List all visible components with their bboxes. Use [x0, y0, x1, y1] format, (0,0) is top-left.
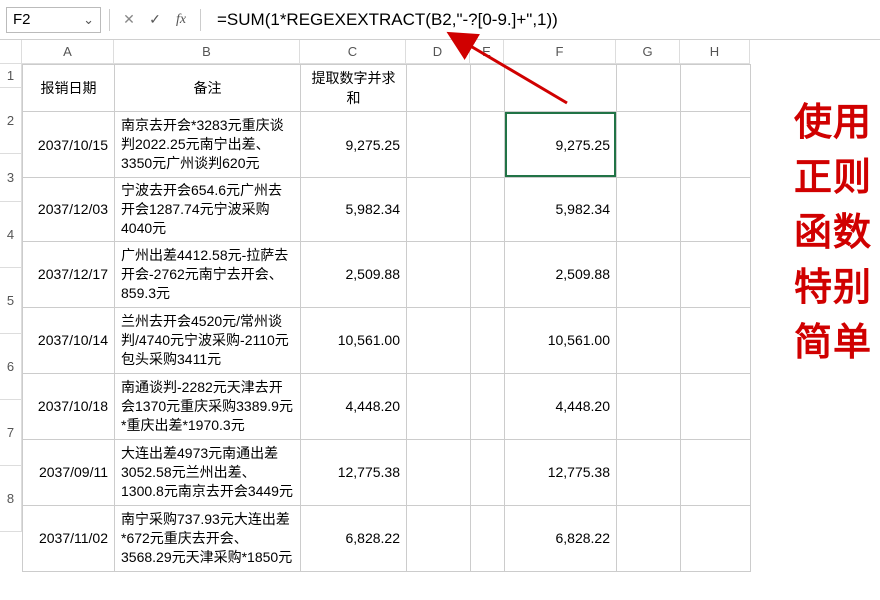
- row-header-6[interactable]: 6: [0, 334, 22, 400]
- formula-input[interactable]: [209, 4, 874, 36]
- cell-F1[interactable]: [505, 65, 617, 112]
- cell-C6[interactable]: 4,448.20: [301, 373, 407, 439]
- cell-G2[interactable]: [617, 112, 681, 178]
- cell-D5[interactable]: [407, 307, 471, 373]
- cell-A6[interactable]: 2037/10/18: [23, 373, 115, 439]
- insert-function-button[interactable]: fx: [170, 9, 192, 31]
- row-header-8[interactable]: 8: [0, 466, 22, 532]
- cell-D1[interactable]: [407, 65, 471, 112]
- cell-A1[interactable]: 报销日期: [23, 65, 115, 112]
- cell-G6[interactable]: [617, 373, 681, 439]
- cell-A8[interactable]: 2037/11/02: [23, 505, 115, 571]
- cell-H6[interactable]: [681, 373, 751, 439]
- row-header-2[interactable]: 2: [0, 88, 22, 154]
- cell-D8[interactable]: [407, 505, 471, 571]
- formula-bar: F2 ⌄ ✕ ✓ fx: [0, 0, 880, 40]
- cell-A5[interactable]: 2037/10/14: [23, 307, 115, 373]
- cell-E7[interactable]: [471, 439, 505, 505]
- cell-D2[interactable]: [407, 112, 471, 178]
- column-header-g[interactable]: G: [616, 40, 680, 64]
- cell-F4[interactable]: 2,509.88: [505, 241, 617, 307]
- cell-H3[interactable]: [681, 178, 751, 242]
- cell-G5[interactable]: [617, 307, 681, 373]
- cell-E4[interactable]: [471, 241, 505, 307]
- column-header-f[interactable]: F: [504, 40, 616, 64]
- accept-icon: ✓: [149, 11, 161, 28]
- cell-E1[interactable]: [471, 65, 505, 112]
- cells-grid[interactable]: 报销日期备注提取数字并求和 2037/10/15南京去开会*3283元重庆谈判20…: [22, 64, 751, 572]
- divider: [109, 9, 110, 31]
- cell-G1[interactable]: [617, 65, 681, 112]
- cell-F3[interactable]: 5,982.34: [505, 178, 617, 242]
- cell-C7[interactable]: 12,775.38: [301, 439, 407, 505]
- cell-H5[interactable]: [681, 307, 751, 373]
- cell-D3[interactable]: [407, 178, 471, 242]
- cell-D4[interactable]: [407, 241, 471, 307]
- row-header-7[interactable]: 7: [0, 400, 22, 466]
- accept-button[interactable]: ✓: [144, 9, 166, 31]
- cell-F8[interactable]: 6,828.22: [505, 505, 617, 571]
- cell-F2[interactable]: 9,275.25: [505, 112, 617, 178]
- cancel-icon: ✕: [123, 11, 135, 28]
- cell-C3[interactable]: 5,982.34: [301, 178, 407, 242]
- cell-F6[interactable]: 4,448.20: [505, 373, 617, 439]
- cell-B2[interactable]: 南京去开会*3283元重庆谈判2022.25元南宁出差、3350元广州谈判620…: [115, 112, 301, 178]
- column-header-e[interactable]: E: [470, 40, 504, 64]
- row-header-1[interactable]: 1: [0, 64, 22, 88]
- cell-B5[interactable]: 兰州去开会4520元/常州谈判/4740元宁波采购-2110元包头采购3411元: [115, 307, 301, 373]
- cell-H1[interactable]: [681, 65, 751, 112]
- sheet-area: ABCDEFGH 12345678 报销日期备注提取数字并求和 2037/10/1…: [0, 40, 880, 572]
- column-header-c[interactable]: C: [300, 40, 406, 64]
- cell-D7[interactable]: [407, 439, 471, 505]
- cell-C8[interactable]: 6,828.22: [301, 505, 407, 571]
- cell-G3[interactable]: [617, 178, 681, 242]
- column-header-d[interactable]: D: [406, 40, 470, 64]
- name-box-value: F2: [13, 11, 31, 28]
- cell-E3[interactable]: [471, 178, 505, 242]
- cell-F5[interactable]: 10,561.00: [505, 307, 617, 373]
- column-header-h[interactable]: H: [680, 40, 750, 64]
- cell-B1[interactable]: 备注: [115, 65, 301, 112]
- cell-E6[interactable]: [471, 373, 505, 439]
- cell-A4[interactable]: 2037/12/17: [23, 241, 115, 307]
- cell-C4[interactable]: 2,509.88: [301, 241, 407, 307]
- cell-A2[interactable]: 2037/10/15: [23, 112, 115, 178]
- cell-H7[interactable]: [681, 439, 751, 505]
- cell-D6[interactable]: [407, 373, 471, 439]
- cell-B7[interactable]: 大连出差4973元南通出差3052.58元兰州出差、1300.8元南京去开会34…: [115, 439, 301, 505]
- row-header-5[interactable]: 5: [0, 268, 22, 334]
- row-headers: 12345678: [0, 64, 22, 572]
- cell-H4[interactable]: [681, 241, 751, 307]
- row-header-4[interactable]: 4: [0, 202, 22, 268]
- row-header-3[interactable]: 3: [0, 154, 22, 202]
- cell-B4[interactable]: 广州出差4412.58元-拉萨去开会-2762元南宁去开会、859.3元: [115, 241, 301, 307]
- cell-B8[interactable]: 南宁采购737.93元大连出差*672元重庆去开会、3568.29元天津采购*1…: [115, 505, 301, 571]
- name-box[interactable]: F2 ⌄: [6, 7, 101, 33]
- cell-H8[interactable]: [681, 505, 751, 571]
- cell-B6[interactable]: 南通谈判-2282元天津去开会1370元重庆采购3389.9元*重庆出差*197…: [115, 373, 301, 439]
- cell-C5[interactable]: 10,561.00: [301, 307, 407, 373]
- cell-C1[interactable]: 提取数字并求和: [301, 65, 407, 112]
- cell-H2[interactable]: [681, 112, 751, 178]
- cell-A3[interactable]: 2037/12/03: [23, 178, 115, 242]
- cell-E8[interactable]: [471, 505, 505, 571]
- cell-G4[interactable]: [617, 241, 681, 307]
- column-headers: ABCDEFGH: [0, 40, 880, 64]
- column-header-a[interactable]: A: [22, 40, 114, 64]
- name-box-dropdown-icon[interactable]: ⌄: [83, 12, 94, 28]
- cell-A7[interactable]: 2037/09/11: [23, 439, 115, 505]
- cancel-button[interactable]: ✕: [118, 9, 140, 31]
- cell-G7[interactable]: [617, 439, 681, 505]
- divider: [200, 9, 201, 31]
- cell-E2[interactable]: [471, 112, 505, 178]
- select-all-corner[interactable]: [0, 40, 22, 64]
- cell-C2[interactable]: 9,275.25: [301, 112, 407, 178]
- cell-G8[interactable]: [617, 505, 681, 571]
- fx-label: fx: [176, 12, 186, 28]
- column-header-b[interactable]: B: [114, 40, 300, 64]
- cell-B3[interactable]: 宁波去开会654.6元广州去开会1287.74元宁波采购4040元: [115, 178, 301, 242]
- cell-F7[interactable]: 12,775.38: [505, 439, 617, 505]
- cell-E5[interactable]: [471, 307, 505, 373]
